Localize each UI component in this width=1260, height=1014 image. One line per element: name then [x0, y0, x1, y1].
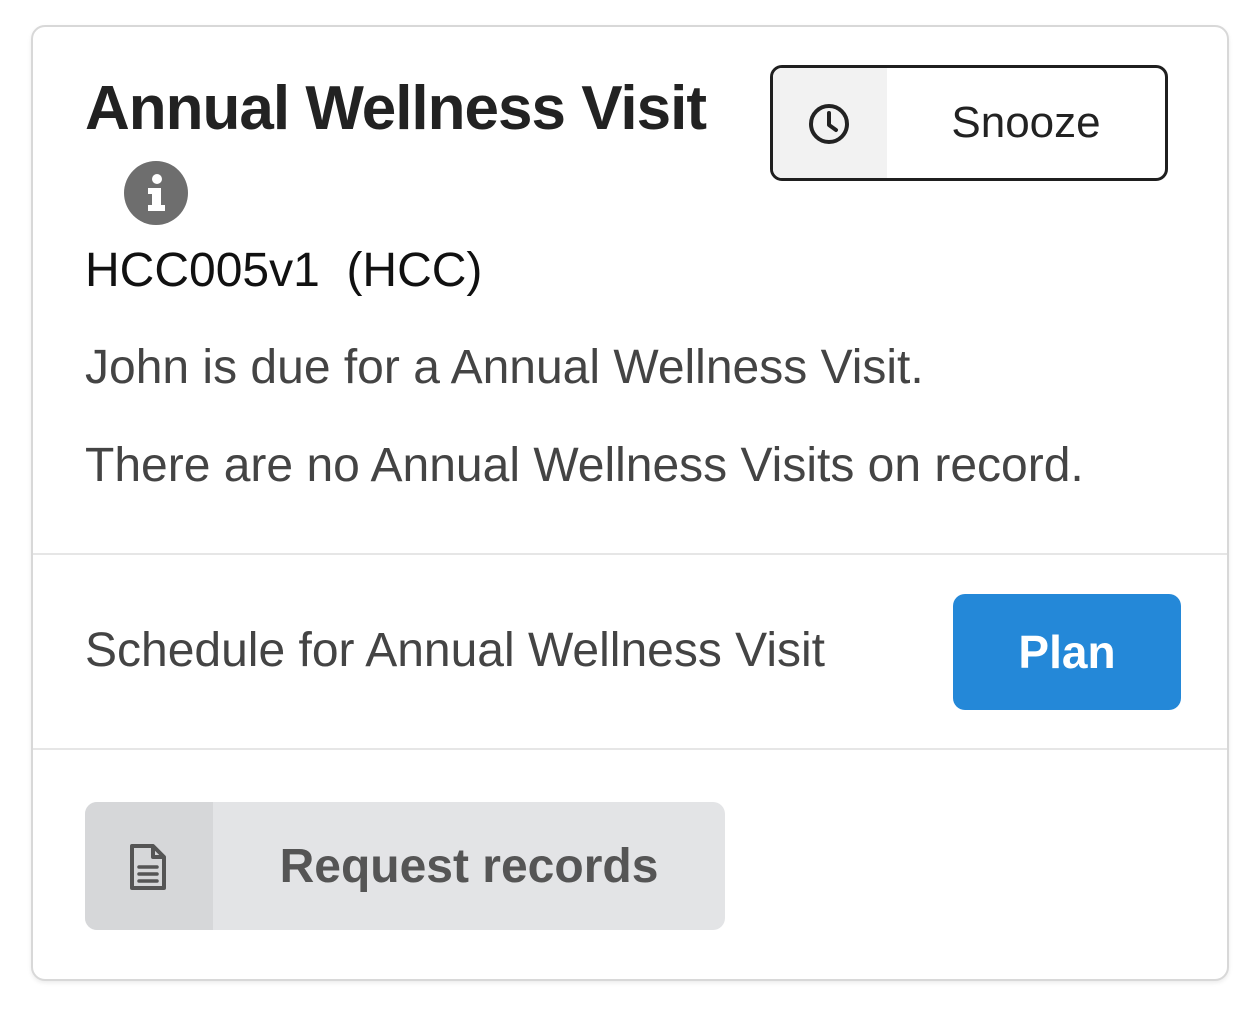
snooze-icon-container	[773, 68, 887, 178]
document-icon	[130, 844, 166, 890]
snooze-button[interactable]: Snooze	[770, 65, 1168, 181]
clock-icon	[809, 104, 849, 144]
request-records-button[interactable]: Request records	[85, 802, 725, 930]
plan-button[interactable]: Plan	[953, 594, 1181, 710]
care-gap-card: Annual Wellness Visit Snooze HCC005v1 (H…	[31, 25, 1229, 981]
section-divider	[33, 748, 1227, 750]
info-circle-icon[interactable]	[124, 161, 188, 225]
record-description: There are no Annual Wellness Visits on r…	[85, 439, 1084, 492]
schedule-label: Schedule for Annual Wellness Visit	[85, 624, 825, 677]
request-icon-container	[85, 802, 213, 930]
request-records-label: Request records	[279, 839, 659, 893]
measure-code: HCC005v1 (HCC)	[85, 244, 483, 297]
snooze-label: Snooze	[951, 98, 1101, 147]
section-divider	[33, 553, 1227, 555]
card-title: Annual Wellness Visit	[85, 74, 707, 143]
due-description: John is due for a Annual Wellness Visit.	[85, 341, 924, 394]
